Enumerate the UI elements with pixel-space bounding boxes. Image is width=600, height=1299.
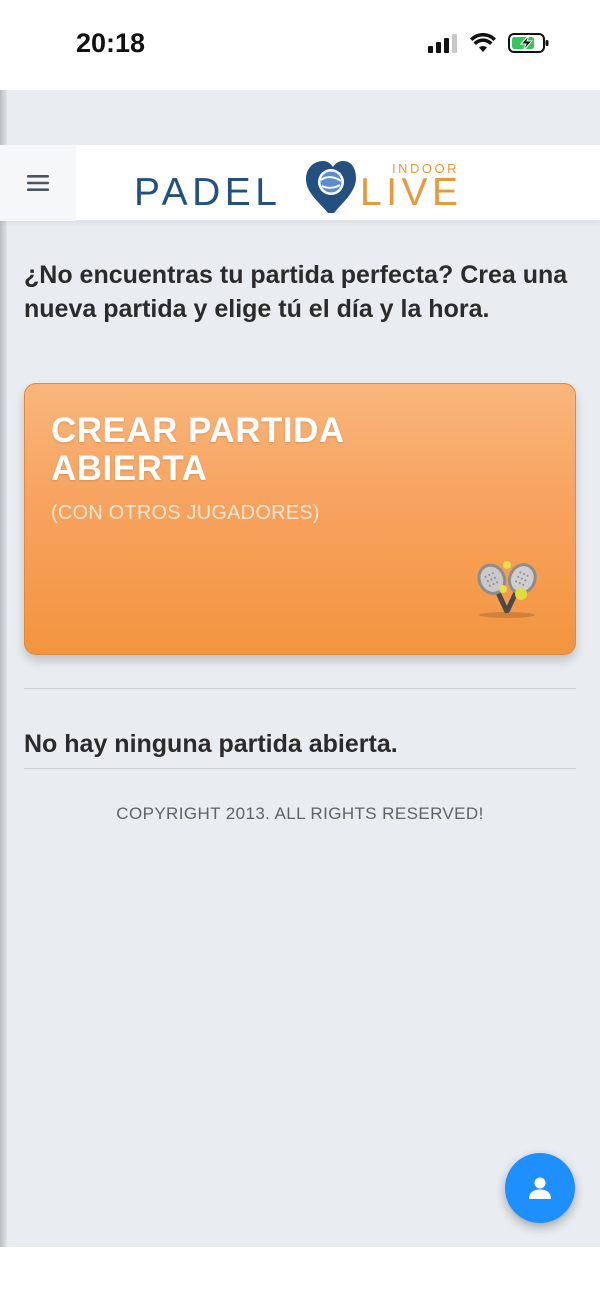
wifi-icon xyxy=(470,33,496,52)
app-viewport: PADEL INDOOR LIVE ¿No encuentras tu part… xyxy=(0,90,600,1247)
user-icon xyxy=(529,1177,551,1199)
profile-fab-button[interactable] xyxy=(505,1153,575,1223)
signal-icon xyxy=(428,34,457,53)
logo-word-right: LIVE xyxy=(360,171,463,214)
divider xyxy=(24,688,576,689)
padel-rackets-icon xyxy=(477,561,537,618)
create-open-match-button[interactable]: CREAR PARTIDA ABIERTA (CON OTROS JUGADOR… xyxy=(24,383,576,655)
divider xyxy=(24,768,576,769)
drawer-edge xyxy=(0,90,7,1247)
home-indicator-area xyxy=(0,1247,600,1299)
status-icons xyxy=(428,32,550,54)
menu-button[interactable] xyxy=(0,145,76,221)
empty-state-message: No hay ninguna partida abierta. xyxy=(24,730,398,758)
padel-live-logo[interactable]: PADEL INDOOR LIVE xyxy=(134,149,474,217)
intro-text: ¿No encuentras tu partida perfecta? Crea… xyxy=(24,261,568,323)
card-subtitle: (CON OTROS JUGADORES) xyxy=(51,502,320,524)
app-header: PADEL INDOOR LIVE xyxy=(0,145,600,221)
logo-word-left: PADEL xyxy=(134,171,282,214)
hamburger-menu-icon xyxy=(27,175,49,191)
status-time: 20:18 xyxy=(76,28,146,58)
logo-heart-ball-icon xyxy=(306,161,356,213)
battery-charging-icon xyxy=(508,33,549,53)
card-title: CREAR PARTIDA ABIERTA xyxy=(51,411,344,488)
copyright-text: COPYRIGHT 2013. ALL RIGHTS RESERVED! xyxy=(116,804,484,823)
status-bar: 20:18 xyxy=(0,0,600,90)
